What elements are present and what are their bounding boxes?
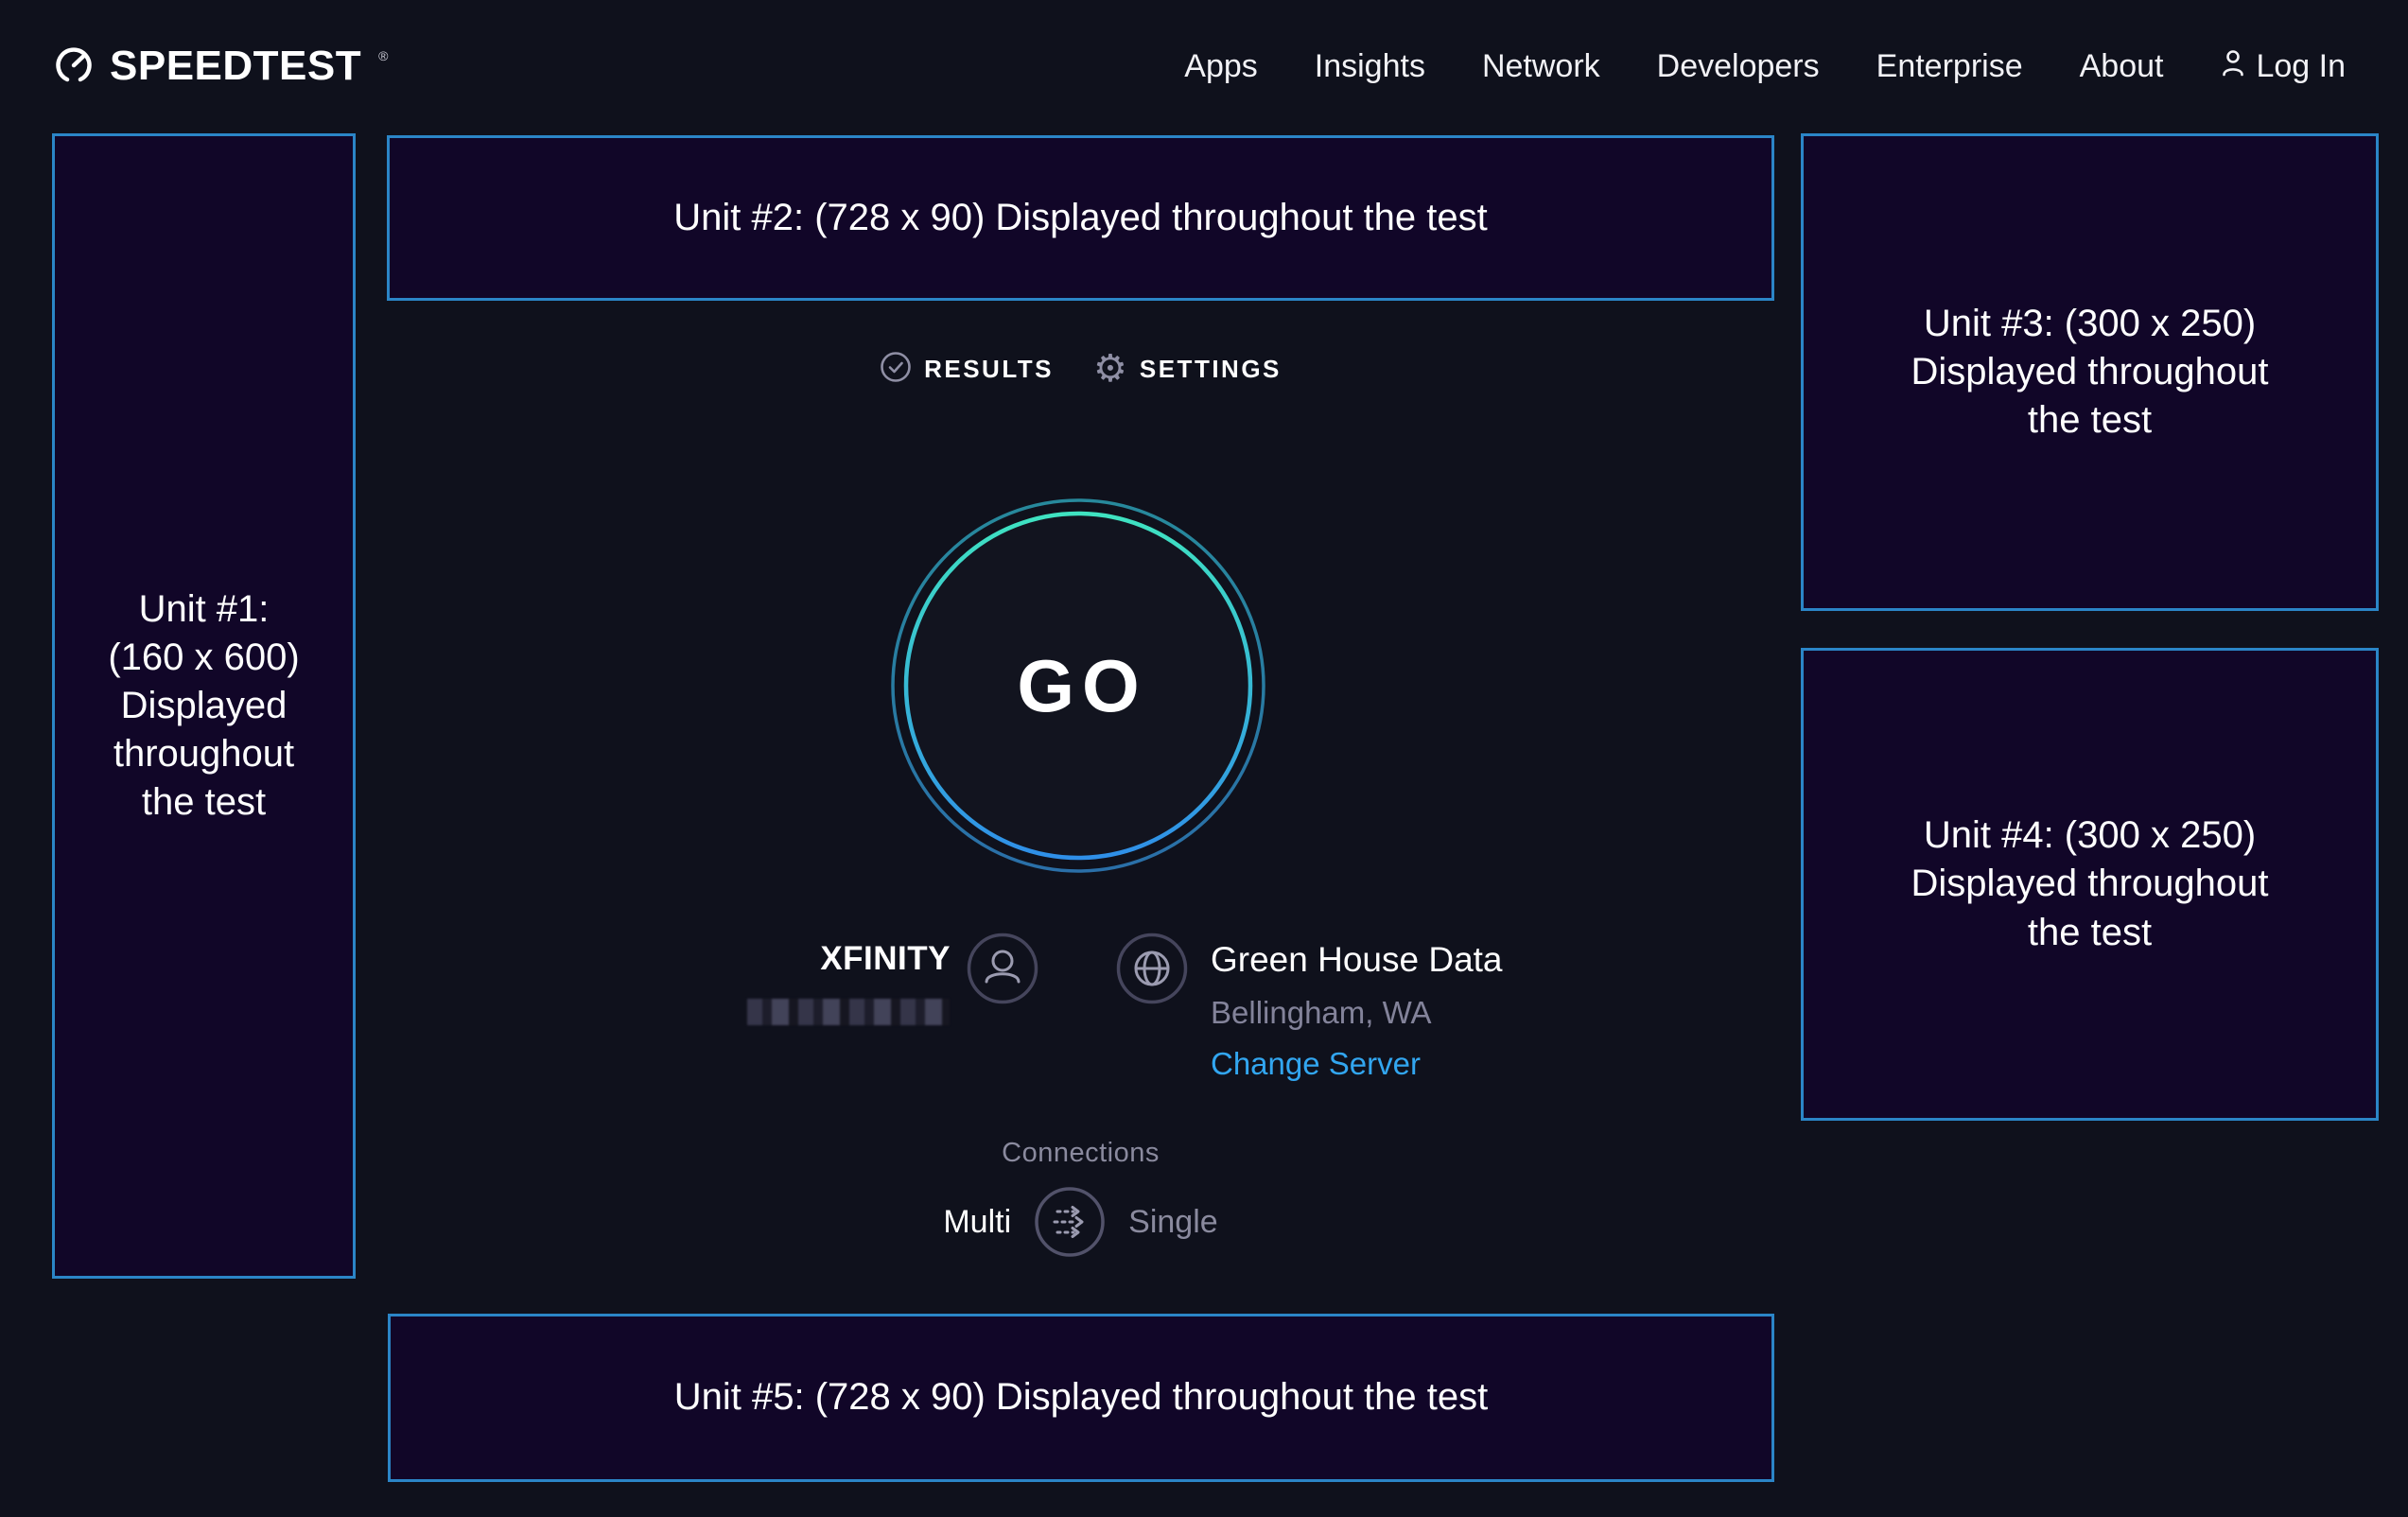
server-location: Bellingham, WA (1211, 995, 1432, 1031)
nav-item-about[interactable]: About (2080, 48, 2164, 85)
ad-unit-4-text: Unit #4: (300 x 250) Displayed throughou… (1911, 811, 2268, 957)
check-circle-icon (880, 351, 912, 388)
isp-name: XFINITY (662, 940, 951, 978)
speedometer-icon (53, 44, 95, 90)
ad-unit-5-text: Unit #5: (728 x 90) Displayed throughout… (674, 1373, 1489, 1421)
ad-unit-5: Unit #5: (728 x 90) Displayed throughout… (388, 1314, 1774, 1482)
nav-item-developers[interactable]: Developers (1657, 48, 1820, 85)
isp-user-icon (967, 933, 1038, 1004)
nav-item-insights[interactable]: Insights (1315, 48, 1425, 85)
connection-mode-multi[interactable]: Multi (943, 1204, 1011, 1241)
connections-label: Connections (387, 1138, 1774, 1169)
tab-settings[interactable]: ⚙ SETTINGS (1093, 350, 1282, 388)
nav-item-apps[interactable]: Apps (1184, 48, 1258, 85)
ad-unit-1: Unit #1: (160 x 600) Displayed throughou… (52, 133, 356, 1279)
speedtest-logo[interactable]: SPEEDTEST ® (53, 43, 388, 90)
go-button[interactable]: GO (889, 497, 1267, 875)
nav-item-network[interactable]: Network (1482, 48, 1600, 85)
ad-unit-3: Unit #3: (300 x 250) Displayed throughou… (1801, 133, 2379, 611)
log-in-label: Log In (2256, 48, 2346, 85)
ad-unit-1-text: Unit #1: (160 x 600) Displayed throughou… (108, 585, 299, 828)
connection-mode-single[interactable]: Single (1128, 1204, 1218, 1241)
header: SPEEDTEST ® Apps Insights Network Develo… (0, 0, 2408, 132)
ad-unit-2: Unit #2: (728 x 90) Displayed throughout… (387, 135, 1774, 301)
redacted-ip-address (747, 999, 950, 1025)
ad-unit-3-text: Unit #3: (300 x 250) Displayed throughou… (1911, 300, 2268, 445)
ad-unit-4: Unit #4: (300 x 250) Displayed throughou… (1801, 648, 2379, 1121)
tab-results[interactable]: RESULTS (880, 351, 1054, 388)
connections-toggle-row: Multi Single (387, 1184, 1774, 1260)
tab-settings-label: SETTINGS (1140, 355, 1282, 384)
logo-trademark: ® (378, 48, 388, 63)
user-icon (2220, 47, 2246, 86)
speedtest-page: SPEEDTEST ® Apps Insights Network Develo… (0, 0, 2408, 1517)
top-nav: Apps Insights Network Developers Enterpr… (1184, 47, 2346, 86)
ad-unit-2-text: Unit #2: (728 x 90) Displayed throughout… (673, 194, 1488, 242)
change-server-link[interactable]: Change Server (1211, 1046, 1421, 1082)
tab-bar: RESULTS ⚙ SETTINGS (387, 348, 1774, 390)
connection-mode-toggle-icon[interactable] (1034, 1186, 1106, 1258)
server-globe-icon (1116, 933, 1188, 1004)
logo-text: SPEEDTEST (110, 43, 361, 90)
gear-icon: ⚙ (1093, 350, 1127, 388)
tab-results-label: RESULTS (924, 355, 1054, 384)
nav-item-enterprise[interactable]: Enterprise (1876, 48, 2023, 85)
log-in-button[interactable]: Log In (2220, 47, 2346, 86)
go-label: GO (889, 497, 1267, 875)
server-name: Green House Data (1211, 940, 1503, 980)
